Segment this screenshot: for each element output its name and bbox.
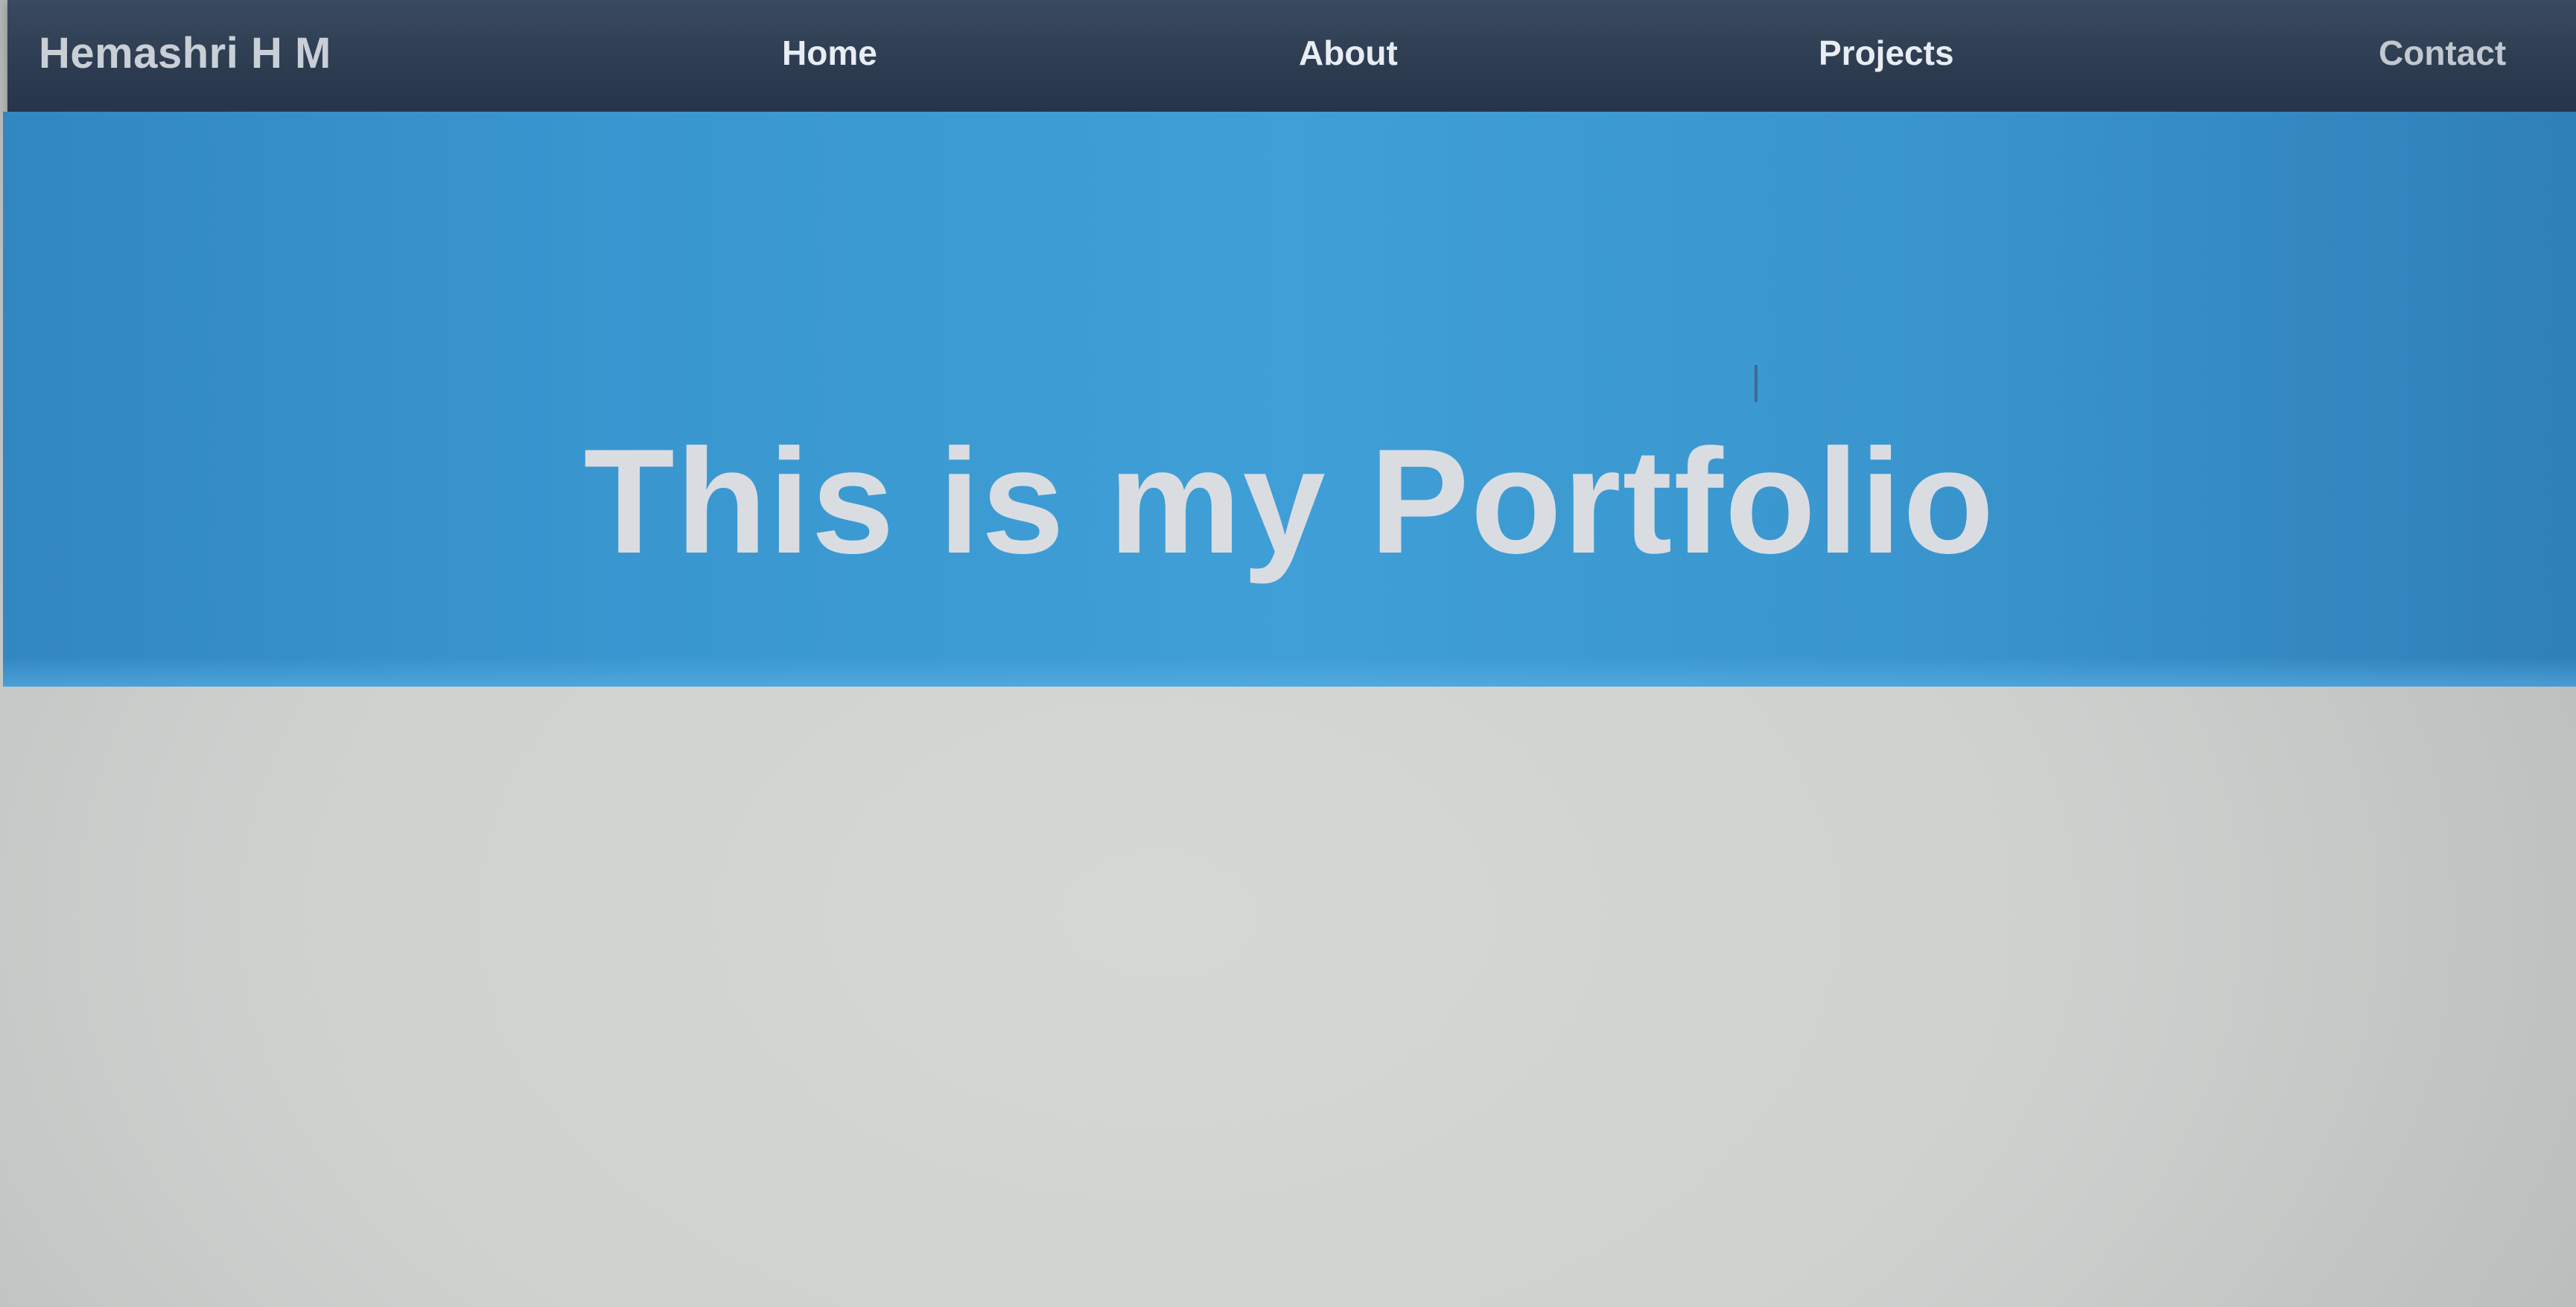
top-navbar: Hemashri H M Home About Projects Contact [7, 0, 2576, 112]
nav-link-about[interactable]: About [1299, 33, 1398, 73]
brand-name[interactable]: Hemashri H M [39, 28, 331, 78]
hero-banner: This is my Portfolio [3, 112, 2576, 687]
nav-link-home[interactable]: Home [782, 33, 877, 73]
browser-viewport: Hemashri H M Home About Projects Contact… [0, 0, 2576, 1307]
hero-title: This is my Portfolio [583, 419, 1996, 585]
nav-link-projects[interactable]: Projects [1819, 33, 1954, 73]
text-cursor-icon [1755, 365, 1758, 402]
main-content-area [0, 687, 2576, 1307]
nav-link-contact[interactable]: Contact [2379, 33, 2506, 73]
